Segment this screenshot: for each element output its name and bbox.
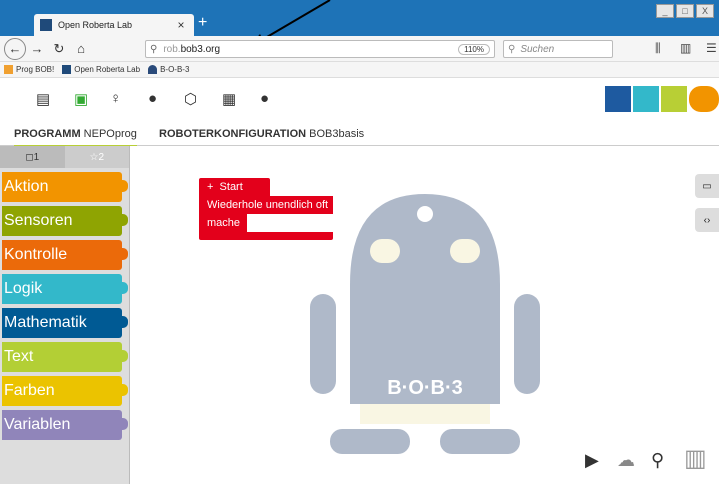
forward-arrow-icon[interactable]: → (26, 38, 48, 60)
sidebar-tab-level-1[interactable]: ◻1 (0, 146, 65, 168)
bookmark-prog-bob[interactable]: Prog BOB! (4, 65, 54, 74)
nepo-logo (605, 86, 719, 112)
program-tabs: PROGRAMM NEPOprog ROBOTERKONFIGURATION B… (0, 122, 719, 148)
bookmarks-bar: Prog BOB! Open Roberta Lab B-O-B-3 (0, 62, 719, 78)
url-text: rob.bob3.org (163, 43, 221, 55)
zoom-magnifier-icon[interactable]: ⚲ (651, 450, 664, 471)
close-tab-icon[interactable]: × (174, 18, 188, 32)
gallery-grid-menu-icon[interactable]: ▦ (222, 90, 236, 108)
library-icon[interactable]: ⫼ (655, 41, 661, 56)
zoom-level-badge[interactable]: 110% (458, 43, 490, 55)
source-code-icon[interactable]: ‹› (695, 208, 719, 232)
tab-program[interactable]: PROGRAMM NEPOprog (14, 128, 137, 148)
close-window-button[interactable]: X (696, 4, 714, 18)
search-placeholder: Suchen (520, 43, 555, 55)
upload-cloud-icon[interactable]: ☁ (617, 450, 635, 471)
repeat-forever-block[interactable]: Wiederhole unendlich oft (199, 196, 333, 214)
search-icon: ⚲ (150, 43, 158, 55)
browser-navigation-bar: ← → ↻ ⌂ ⚲ rob.bob3.org 110% ⚲ Suchen ⫼ ▥… (0, 36, 719, 62)
open-roberta-favicon-icon (40, 19, 52, 31)
repeat-do-slot[interactable] (247, 214, 333, 232)
new-tab-button[interactable]: + (198, 14, 207, 32)
maximize-window-button[interactable]: □ (676, 4, 694, 18)
bookmark-bob3[interactable]: B-O-B-3 (148, 65, 189, 74)
run-play-icon[interactable]: ▶ (585, 450, 599, 471)
programming-workspace[interactable]: B·O·B·3 + Start Wiederhole unendlich oft… (130, 146, 719, 484)
category-logik[interactable]: Logik (2, 274, 128, 304)
search-input[interactable]: ⚲ Suchen (503, 40, 613, 58)
category-kontrolle[interactable]: Kontrolle (2, 240, 128, 270)
trash-icon[interactable]: ▥ (684, 444, 707, 473)
category-farben[interactable]: Farben (2, 376, 128, 406)
graduation-cap-menu-icon[interactable]: ⬡ (184, 90, 197, 108)
user-menu-icon[interactable]: ● (148, 90, 157, 107)
bob3-robot-background-image: B·O·B·3 (310, 194, 540, 454)
minimize-window-button[interactable]: _ (656, 4, 674, 18)
repeat-block-bottom (199, 232, 333, 240)
browser-tab[interactable]: Open Roberta Lab × (34, 14, 194, 36)
code-view-button[interactable]: ▭ (695, 174, 719, 198)
globe-menu-icon[interactable]: ● (260, 90, 269, 107)
open-roberta-icon (62, 65, 72, 74)
bookmark-open-roberta-lab[interactable]: Open Roberta Lab (62, 65, 140, 74)
browser-tab-title: Open Roberta Lab (58, 20, 133, 30)
home-icon[interactable]: ⌂ (70, 38, 92, 60)
hamburger-menu-icon[interactable]: ☰ (706, 41, 717, 55)
block-category-sidebar: ◻1 ☆2 Aktion Sensoren Kontrolle Logik Ma… (0, 146, 130, 484)
category-variablen[interactable]: Variablen (2, 410, 128, 440)
browser-tab-bar: Open Roberta Lab × + _ □ X (0, 0, 719, 36)
sidebar-tab-level-2[interactable]: ☆2 (64, 146, 129, 168)
category-aktion[interactable]: Aktion (2, 172, 128, 202)
url-bar[interactable]: ⚲ rob.bob3.org 110% (145, 40, 495, 58)
category-mathematik[interactable]: Mathematik (2, 308, 128, 338)
repeat-do-label: mache (199, 214, 247, 232)
start-block[interactable]: + Start (199, 178, 270, 196)
back-arrow-icon[interactable]: ← (4, 37, 26, 60)
document-menu-icon[interactable]: ▤ (36, 90, 50, 108)
android-robot-menu-icon[interactable]: ▣ (74, 90, 88, 108)
reload-icon[interactable]: ↻ (48, 38, 70, 60)
category-text[interactable]: Text (2, 342, 128, 372)
sidebar-toggle-icon[interactable]: ▥ (680, 41, 691, 55)
tab-robot-configuration[interactable]: ROBOTERKONFIGURATION BOB3basis (159, 128, 364, 140)
category-sensoren[interactable]: Sensoren (2, 206, 128, 236)
lightbulb-menu-icon[interactable]: ♀ (110, 90, 121, 107)
robot-icon (148, 65, 158, 74)
bookmark-star-icon (4, 65, 13, 74)
robot-label: B·O·B·3 (387, 377, 463, 399)
search-icon: ⚲ (508, 43, 516, 55)
